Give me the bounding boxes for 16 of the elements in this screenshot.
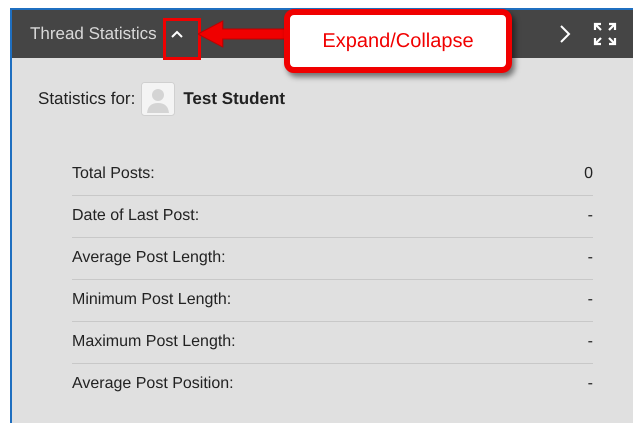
stat-value: - — [588, 291, 593, 309]
stat-label: Maximum Post Length: — [72, 333, 236, 351]
stat-value: - — [588, 249, 593, 267]
stat-value: - — [588, 207, 593, 225]
stat-label: Average Post Length: — [72, 249, 226, 267]
stat-label: Average Post Position: — [72, 375, 234, 393]
stat-label: Date of Last Post: — [72, 207, 200, 225]
stat-label: Minimum Post Length: — [72, 291, 232, 309]
callout-label: Expand/Collapse — [284, 9, 512, 73]
stat-label: Total Posts: — [72, 165, 155, 183]
stat-value: - — [588, 333, 593, 351]
statistics-for-label: Statistics for: — [38, 89, 136, 109]
stat-value: - — [588, 375, 593, 393]
panel-title: Thread Statistics — [30, 24, 157, 44]
user-name: Test Student — [183, 89, 285, 109]
stat-value: 0 — [584, 165, 593, 183]
